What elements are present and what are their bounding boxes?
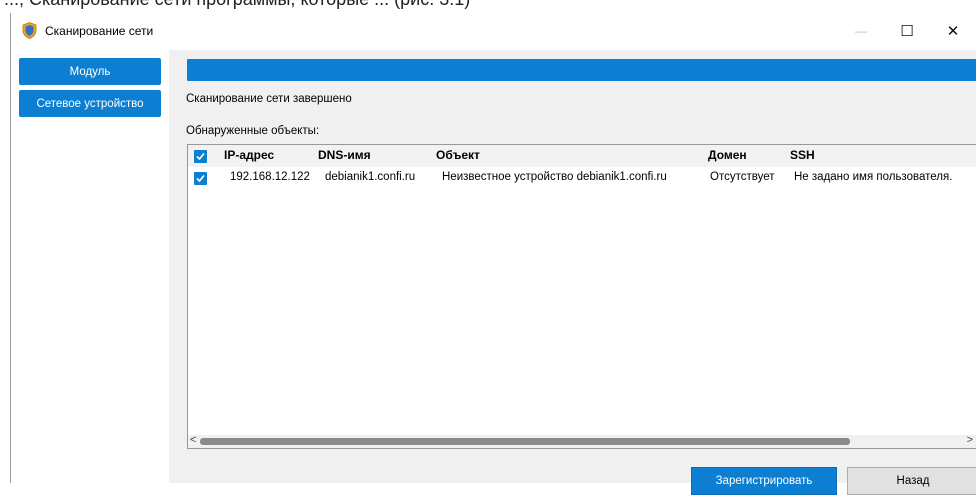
table-row[interactable]: 192.168.12.122 debianik1.confi.ru Неизве…	[188, 169, 976, 189]
horizontal-scrollbar[interactable]: < >	[188, 434, 976, 448]
column-header-domain[interactable]: Домен	[708, 148, 747, 162]
cell-object: Неизвестное устройство debianik1.confi.r…	[442, 171, 667, 183]
shield-icon	[22, 22, 37, 39]
sidebar: Модуль Сетевое устройство	[11, 50, 169, 483]
select-all-checkbox[interactable]	[194, 150, 207, 163]
found-objects-label: Обнаруженные объекты:	[186, 125, 320, 137]
window-title: Сканирование сети	[45, 24, 154, 38]
maximize-button[interactable]: ☐	[887, 13, 927, 49]
cell-ip: 192.168.12.122	[230, 171, 310, 183]
cell-ssh: Не задано имя пользователя.	[794, 171, 953, 183]
column-header-dns[interactable]: DNS-имя	[318, 148, 371, 162]
back-button[interactable]: Назад	[847, 467, 976, 495]
table-header: IP-адрес DNS-имя Объект Домен SSH	[188, 145, 976, 167]
minimize-button[interactable]: —	[841, 13, 881, 49]
scan-progress-bar	[187, 59, 976, 81]
background-text: ...; Сканирование сети программы, которы…	[4, 0, 470, 10]
close-button[interactable]: ✕	[933, 13, 973, 49]
column-header-ssh[interactable]: SSH	[790, 148, 815, 162]
close-icon: ✕	[946, 23, 960, 40]
checkbox-icon	[196, 174, 205, 183]
checkbox-icon	[196, 152, 205, 161]
column-header-object[interactable]: Объект	[436, 148, 480, 162]
sidebar-item-network-device[interactable]: Сетевое устройство	[19, 90, 161, 117]
cell-domain: Отсутствует	[710, 171, 775, 183]
scroll-left-icon[interactable]: <	[190, 434, 196, 446]
column-header-ip[interactable]: IP-адрес	[224, 148, 274, 162]
scan-network-window: Сканирование сети — ☐ ✕ Модуль Сетевое у…	[10, 13, 976, 495]
main-content: Сканирование сети завершено Обнаруженные…	[169, 50, 976, 495]
scrollbar-thumb[interactable]	[200, 438, 850, 445]
cell-dns: debianik1.confi.ru	[325, 171, 416, 183]
register-button[interactable]: Зарегистрировать	[691, 467, 837, 495]
maximize-icon: ☐	[900, 23, 914, 40]
minimize-icon: —	[855, 24, 867, 38]
background-document-text: ...; Сканирование сети программы, которы…	[0, 0, 976, 13]
sidebar-item-module[interactable]: Модуль	[19, 58, 161, 85]
row-checkbox[interactable]	[194, 172, 207, 185]
found-objects-table: IP-адрес DNS-имя Объект Домен SSH 192.16…	[187, 144, 976, 449]
scan-status-text: Сканирование сети завершено	[186, 93, 352, 105]
scroll-right-icon[interactable]: >	[967, 434, 973, 446]
title-bar: Сканирование сети — ☐ ✕	[11, 13, 976, 50]
